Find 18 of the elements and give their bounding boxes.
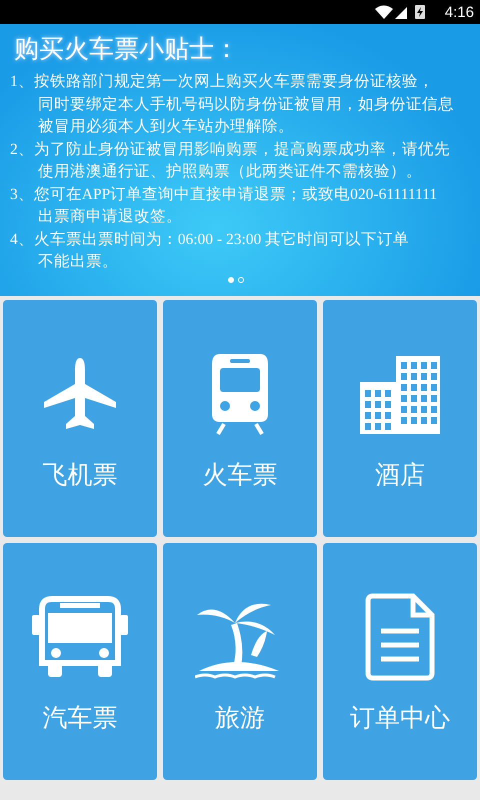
- category-tile[interactable]: 汽车票: [3, 543, 157, 780]
- banner-title: 购买火车票小贴士：: [14, 35, 240, 65]
- status-time: 4:16: [444, 4, 474, 20]
- category-tile[interactable]: 酒店: [323, 300, 477, 537]
- category-tile[interactable]: 旅游: [163, 543, 317, 780]
- page-dot[interactable]: [238, 277, 244, 283]
- tip-text: 3、您可在APP订单查询中直接申请退票；或致电020-61111111 出票商申请退改签。: [10, 184, 438, 227]
- page-dot[interactable]: [228, 277, 234, 283]
- tip-text: 2、为了防止身份证被冒用影响购票，提高购票成功率，请优先 使用港澳通行证、护照购票（此两类证件不需核验）。: [10, 140, 451, 182]
- tip-text: 1、按铁路部门规定第一次网上购买火车票需要身份证核验， 同时要绑定本人手机号码以防身份证被冒用，如身份证信息 被冒用必须本人到火车站办理解除。: [10, 72, 455, 137]
- train-icon: [210, 352, 270, 436]
- document-icon: [365, 593, 435, 681]
- category-tile[interactable]: 火车票: [163, 300, 317, 537]
- category-tile[interactable]: 飞机票: [3, 300, 157, 537]
- bus-icon: [32, 595, 128, 679]
- tips-banner[interactable]: [0, 24, 480, 296]
- category-tile[interactable]: 订单中心: [323, 543, 477, 780]
- tip-text: 4、火车票出票时间为：06:00 - 23:00 其它时间可以下订单 不能出票。: [10, 230, 410, 272]
